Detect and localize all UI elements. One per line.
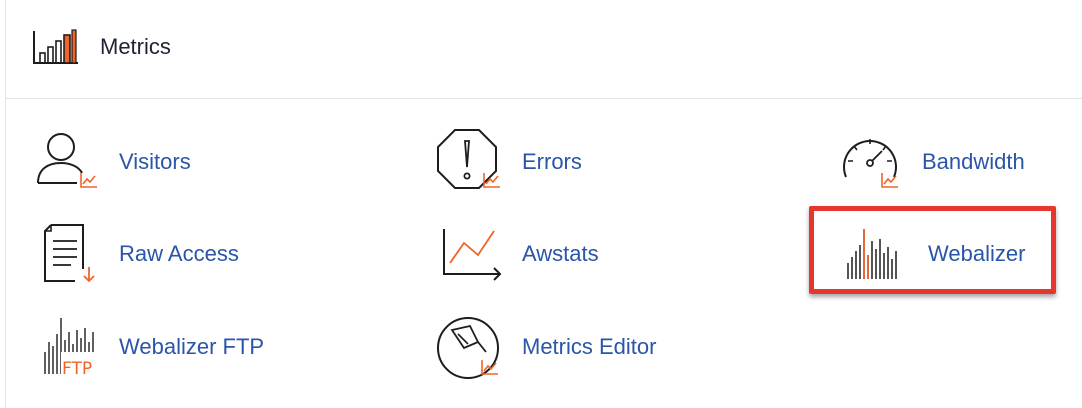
visitors-icon <box>37 133 97 188</box>
metrics-item-label: Webalizer FTP <box>119 334 265 359</box>
raw-access-icon <box>44 224 95 283</box>
page-title: Metrics <box>100 34 171 59</box>
metrics-item-label: Errors <box>522 149 582 174</box>
metrics-item-label: Awstats <box>522 241 599 266</box>
metrics-item-label: Metrics Editor <box>522 334 657 359</box>
svg-text:FTP: FTP <box>62 359 92 379</box>
metrics-editor-icon <box>437 317 499 379</box>
metrics-header: Metrics <box>6 0 1082 99</box>
bar-chart-icon <box>33 29 78 64</box>
webalizer-ftp-icon: FTP <box>44 318 99 379</box>
awstats-icon <box>443 229 502 281</box>
metrics-item-label: Bandwidth <box>922 149 1025 174</box>
errors-icon <box>437 129 500 189</box>
metrics-item-label: Raw Access <box>119 241 239 266</box>
metrics-panel: Metrics Visitors Errors Bandwidth Raw Ac… <box>5 0 1082 408</box>
bandwidth-icon <box>843 139 898 188</box>
webalizer-highlight-box <box>809 206 1056 294</box>
metrics-item-label: Visitors <box>119 149 191 174</box>
